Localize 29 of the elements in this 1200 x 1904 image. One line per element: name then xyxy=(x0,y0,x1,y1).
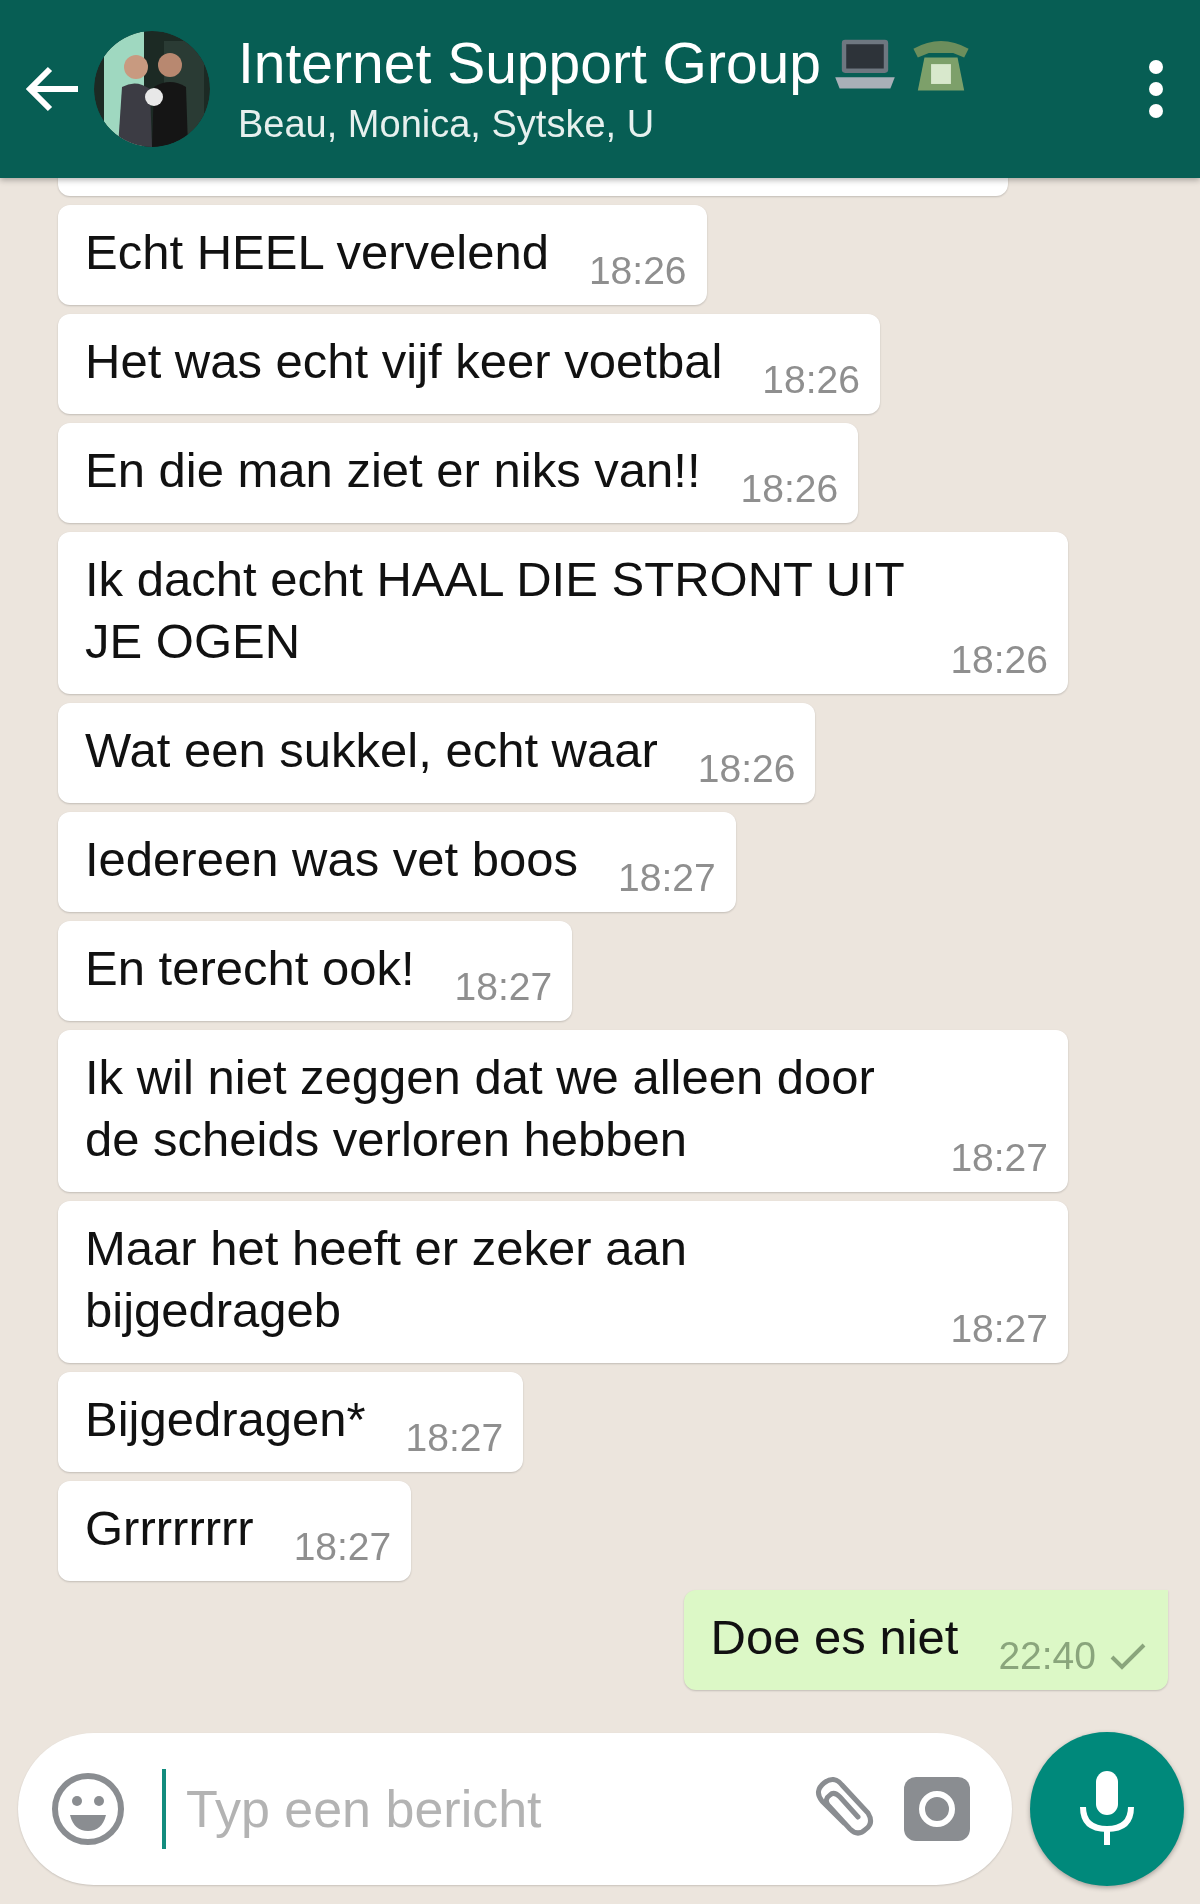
message-time: 18:26 xyxy=(697,747,796,791)
message-text: Ik wil niet zeggen dat we alleen door de scheids verloren hebben xyxy=(85,1049,876,1168)
message-time: 18:26 xyxy=(762,358,860,402)
message-time: 18:26 xyxy=(950,638,1048,682)
message-text: Bijgedragen* xyxy=(85,1391,366,1448)
message-text: Ik dacht echt HAAL DIE STRONT UIT JE OGEN xyxy=(85,551,905,670)
message-time: 18:27 xyxy=(293,1525,392,1569)
message-text: Iedereen was vet boos xyxy=(85,831,579,888)
message-text: En terecht ook! xyxy=(85,940,415,997)
message-text: Wat een sukkel, echt waar xyxy=(85,722,658,779)
chat-title[interactable]: Internet Support Group xyxy=(238,31,822,95)
message-field[interactable]: Typ een bericht xyxy=(186,1779,784,1839)
message-time: 18:26 xyxy=(740,467,839,511)
smiley-icon[interactable] xyxy=(50,1771,126,1847)
back-arrow-icon[interactable] xyxy=(24,65,80,113)
message-text: Het was echt vijf keer voetbal xyxy=(85,333,723,390)
message-time: 18:27 xyxy=(950,1136,1048,1180)
message-time: 18:27 xyxy=(454,965,553,1009)
message-time: 18:27 xyxy=(405,1416,504,1460)
message-text: Echt HEEL vervelend xyxy=(85,224,549,281)
message-text: Doe es niet xyxy=(710,1609,959,1666)
message-text: En die man ziet er niks van!! xyxy=(85,442,701,499)
message-time: 22:40 xyxy=(998,1634,1096,1678)
message-time: 18:27 xyxy=(950,1307,1048,1351)
participants-list: Beau, Monica, Sytske, U xyxy=(238,101,1144,147)
message-time: 18:27 xyxy=(618,856,716,900)
message-text: Grrrrrrrr xyxy=(85,1500,254,1557)
message-time: 18:26 xyxy=(588,249,687,293)
message-text: Maar het heeft er zeker aan bijgedrageb xyxy=(85,1220,688,1339)
